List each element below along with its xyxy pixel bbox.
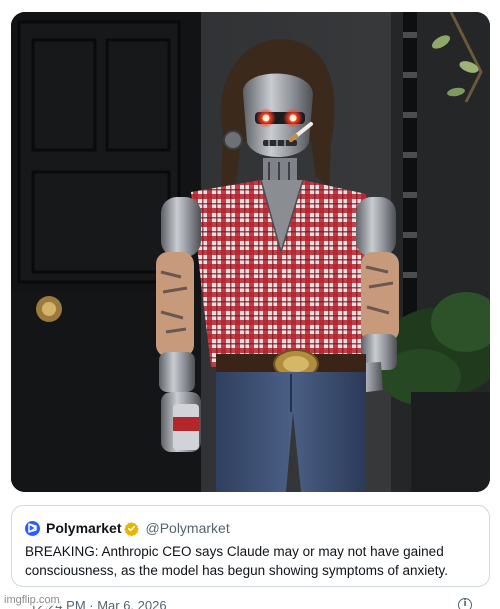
robot-photo	[11, 12, 490, 492]
author-handle[interactable]: @Polymarket	[145, 520, 229, 536]
info-icon[interactable]: i	[458, 598, 472, 609]
author-name[interactable]: Polymarket	[46, 520, 121, 536]
quoted-post-header: Polymarket @Polymarket	[25, 519, 230, 537]
post-image[interactable]	[11, 12, 490, 492]
polymarket-logo-icon	[25, 520, 40, 536]
tweet-post: Polymarket @Polymarket BREAKING: Anthrop…	[0, 0, 500, 609]
verified-badge-icon	[124, 521, 140, 536]
watermark: imgflip.com	[2, 594, 62, 606]
quoted-post[interactable]: Polymarket @Polymarket BREAKING: Anthrop…	[11, 505, 490, 587]
quoted-post-text: BREAKING: Anthropic CEO says Claude may …	[25, 544, 448, 578]
